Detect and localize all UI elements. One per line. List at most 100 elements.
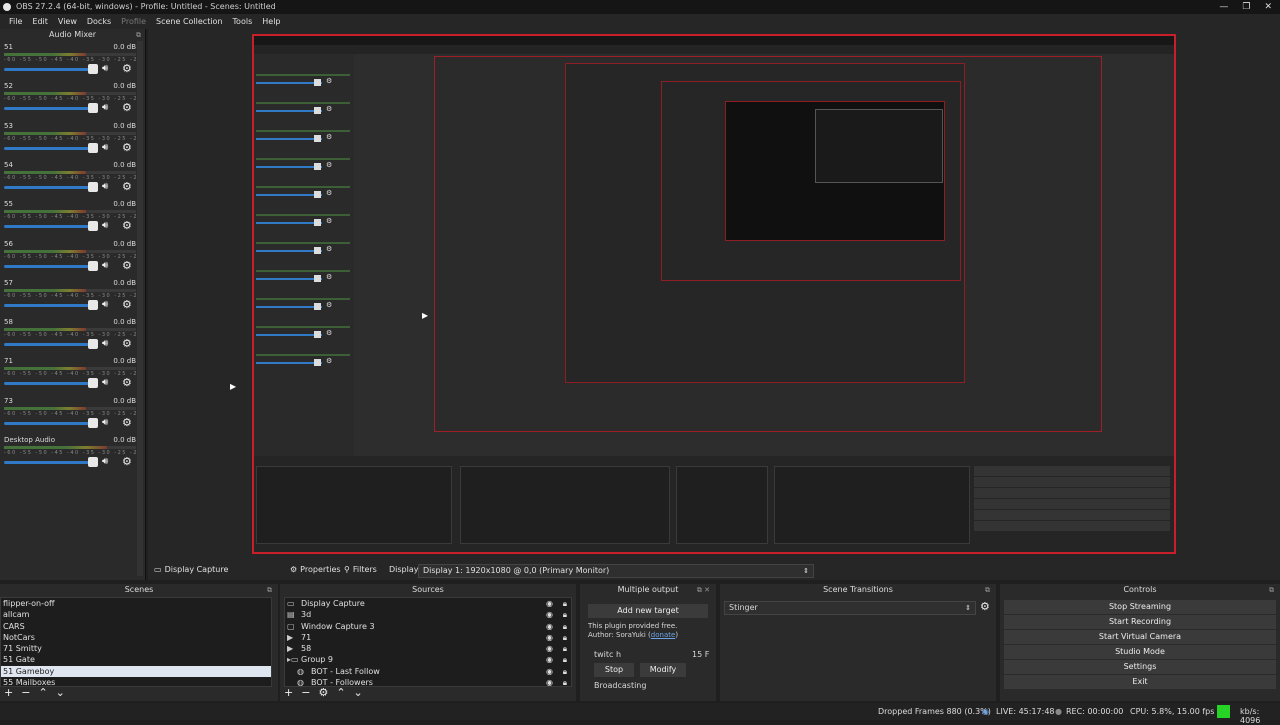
volume-slider[interactable] [4, 382, 96, 386]
volume-slider[interactable] [4, 421, 96, 425]
gear-icon[interactable]: ⚙ [122, 376, 132, 389]
exit-button[interactable]: Exit [1004, 675, 1276, 689]
lock-icon[interactable]: 🔒︎ [563, 632, 567, 643]
add-target-button[interactable]: Add new target [588, 604, 708, 618]
filters-button[interactable]: ⚲ Filters [344, 565, 377, 574]
volume-slider[interactable] [4, 303, 96, 307]
close-button[interactable]: ✕ [1264, 0, 1272, 14]
visibility-eye-icon[interactable]: ◉ [546, 677, 553, 686]
menu-profile[interactable]: Profile [116, 17, 151, 26]
start-virtual-camera-button[interactable]: Start Virtual Camera [1004, 630, 1276, 644]
undock-icon[interactable]: ⧉ [1269, 584, 1274, 596]
move-down-icon[interactable]: ⌄ [354, 686, 363, 699]
undock-close-icon[interactable]: ⧉ ✕ [697, 584, 710, 596]
scene-item[interactable]: CARS [1, 621, 271, 632]
source-item[interactable]: ◍ BOT - Last Follow ◉ 🔒︎ [285, 666, 571, 677]
transition-select[interactable]: Stinger ⇕ [724, 601, 976, 615]
menu-help[interactable]: Help [257, 17, 285, 26]
gear-icon[interactable]: ⚙ [122, 259, 132, 272]
source-item[interactable]: ▶ 71 ◉ 🔒︎ [285, 632, 571, 643]
source-item[interactable]: ▭ Display Capture ◉ 🔒︎ [285, 598, 571, 609]
speaker-icon[interactable]: 🔊︎ [102, 338, 108, 349]
donate-link[interactable]: donate [651, 631, 676, 639]
gear-icon[interactable]: ⚙ [122, 180, 132, 193]
volume-slider-handle[interactable] [88, 457, 98, 467]
speaker-icon[interactable]: 🔊︎ [102, 260, 108, 271]
source-item[interactable]: ▶ 58 ◉ 🔒︎ [285, 643, 571, 654]
speaker-icon[interactable]: 🔊︎ [102, 299, 108, 310]
speaker-icon[interactable]: 🔊︎ [102, 142, 108, 153]
speaker-icon[interactable]: 🔊︎ [102, 181, 108, 192]
source-item[interactable]: ▸▭ Group 9 ◉ 🔒︎ [285, 654, 571, 665]
speaker-icon[interactable]: 🔊︎ [102, 456, 108, 467]
visibility-eye-icon[interactable]: ◉ [546, 654, 553, 665]
scene-item[interactable]: 51 Gate [1, 654, 271, 665]
source-item[interactable]: ▢ Window Capture 3 ◉ 🔒︎ [285, 621, 571, 632]
volume-slider-handle[interactable] [88, 260, 98, 271]
undock-icon[interactable]: ⧉ [136, 29, 141, 41]
preview-area[interactable]: ⚙ ⚙ ⚙ ⚙ ⚙ ⚙ ⚙ ⚙ ⚙ ⚙ ⚙ ▸ ▸ [148, 29, 1280, 562]
gear-icon[interactable]: ⚙ [122, 298, 132, 311]
properties-button[interactable]: ⚙ Properties [290, 565, 341, 574]
visibility-eye-icon[interactable]: ◉ [546, 666, 553, 677]
modify-target-button[interactable]: Modify [640, 663, 686, 677]
lock-icon[interactable]: 🔒︎ [563, 609, 567, 620]
lock-icon[interactable]: 🔒︎ [563, 666, 567, 677]
gear-icon[interactable]: ⚙ [122, 62, 132, 75]
speaker-icon[interactable]: 🔊︎ [102, 417, 108, 428]
gear-icon[interactable]: ⚙ [318, 686, 328, 699]
scene-item[interactable]: flipper-on-off [1, 598, 271, 609]
stop-target-button[interactable]: Stop [594, 663, 634, 677]
lock-icon[interactable]: 🔒︎ [563, 643, 567, 654]
add-icon[interactable]: + [4, 686, 13, 699]
gear-icon[interactable]: ⚙ [122, 101, 132, 114]
scene-item[interactable]: 51 Gameboy [1, 665, 271, 678]
undock-icon[interactable]: ⧉ [985, 584, 990, 596]
volume-slider-handle[interactable] [88, 103, 98, 114]
undock-icon[interactable]: ⧉ [267, 584, 272, 596]
remove-icon[interactable]: − [301, 686, 310, 699]
speaker-icon[interactable]: 🔊︎ [102, 377, 108, 388]
speaker-icon[interactable]: 🔊︎ [102, 63, 108, 74]
volume-slider-handle[interactable] [88, 142, 98, 153]
volume-slider-handle[interactable] [88, 339, 98, 350]
volume-slider[interactable] [4, 225, 96, 229]
gear-icon[interactable]: ⚙ [122, 141, 132, 154]
menu-view[interactable]: View [53, 17, 82, 26]
menu-docks[interactable]: Docks [82, 17, 116, 26]
speaker-icon[interactable]: 🔊︎ [102, 220, 108, 231]
volume-slider[interactable] [4, 185, 96, 189]
move-down-icon[interactable]: ⌄ [56, 686, 65, 699]
visibility-eye-icon[interactable]: ◉ [546, 632, 553, 643]
lock-icon[interactable]: 🔒︎ [563, 621, 567, 632]
volume-slider[interactable] [4, 461, 96, 464]
sources-list[interactable]: ▭ Display Capture ◉ 🔒︎ ▤ 3d ◉ 🔒︎ ▢ Window Capture… [284, 597, 572, 687]
volume-slider[interactable] [4, 264, 96, 268]
volume-slider[interactable] [4, 146, 96, 150]
speaker-icon[interactable]: 🔊︎ [102, 102, 108, 113]
lock-icon[interactable]: 🔒︎ [563, 677, 567, 686]
volume-slider-handle[interactable] [88, 299, 98, 310]
studio-mode-button[interactable]: Studio Mode [1004, 645, 1276, 659]
add-icon[interactable]: + [284, 686, 293, 699]
menu-tools[interactable]: Tools [228, 17, 258, 26]
visibility-eye-icon[interactable]: ◉ [546, 621, 553, 632]
gear-icon[interactable]: ⚙ [122, 219, 132, 232]
menu-edit[interactable]: Edit [27, 17, 53, 26]
maximize-button[interactable]: ❐ [1242, 0, 1250, 14]
gear-icon[interactable]: ⚙ [122, 337, 132, 350]
menu-file[interactable]: File [4, 17, 27, 26]
visibility-eye-icon[interactable]: ◉ [546, 643, 553, 654]
volume-slider-handle[interactable] [88, 181, 98, 192]
visibility-eye-icon[interactable]: ◉ [546, 598, 553, 609]
settings-button[interactable]: Settings [1004, 660, 1276, 674]
menu-scene-collection[interactable]: Scene Collection [151, 17, 228, 26]
minimize-button[interactable]: — [1219, 0, 1228, 14]
transition-gear-icon[interactable]: ⚙ [980, 600, 990, 613]
preview-capture-frame[interactable]: ⚙ ⚙ ⚙ ⚙ ⚙ ⚙ ⚙ ⚙ ⚙ ⚙ ⚙ ▸ [252, 34, 1176, 554]
scene-item[interactable]: NotCars [1, 632, 271, 643]
volume-slider[interactable] [4, 343, 96, 347]
start-recording-button[interactable]: Start Recording [1004, 615, 1276, 629]
source-item[interactable]: ▤ 3d ◉ 🔒︎ [285, 609, 571, 620]
volume-slider-handle[interactable] [88, 64, 98, 74]
